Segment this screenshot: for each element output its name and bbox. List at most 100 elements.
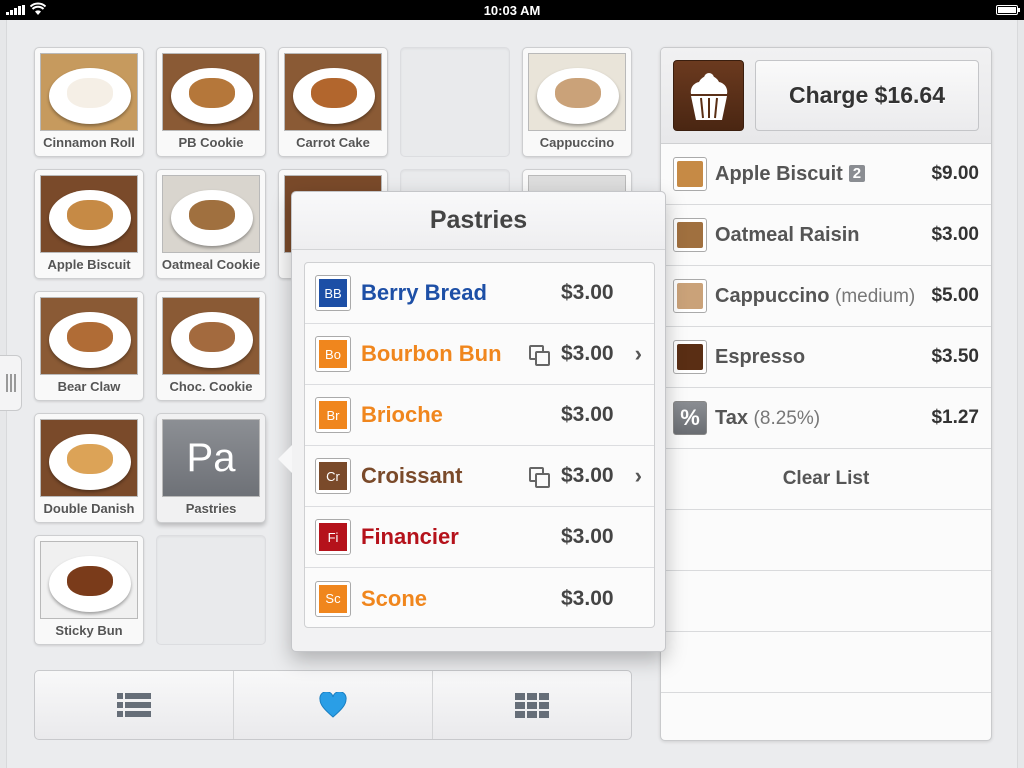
item-thumbnail [673,279,707,313]
order-header: Charge $16.64 [661,48,991,144]
item-photo [40,541,138,619]
percent-icon: % [673,401,707,435]
order-item-modifier: (medium) [835,285,916,307]
pastry-price: $3.00 [561,525,614,548]
empty-row [661,693,991,740]
item-label: Cinnamon Roll [43,135,135,150]
pastries-popover: Pastries BB Berry Bread $3.00 Bo Bourbon… [278,191,666,652]
order-item-price: $5.00 [931,285,979,306]
item-tile[interactable]: Apple Biscuit [34,169,144,279]
item-abbr-badge: Fi [319,523,347,551]
item-label: Double Danish [43,501,135,516]
pastry-price: $3.00 [561,342,614,365]
popover-title: Pastries [292,192,665,250]
item-photo [284,53,382,131]
bottom-toolbar [34,670,632,740]
grid-icon [515,692,549,718]
tax-row[interactable]: % Tax (8.25%) $1.27 [661,388,991,449]
status-time: 10:03 AM [483,3,541,18]
pastry-item-berry-bread[interactable]: BB Berry Bread $3.00 [305,263,654,324]
favorites-button[interactable] [234,671,433,739]
empty-row [661,510,991,571]
item-abbr-badge: Br [319,401,347,429]
item-photo [528,53,626,131]
variants-icon [529,345,550,366]
category-abbr: Pa [162,419,260,497]
item-tile[interactable]: Sticky Bun [34,535,144,645]
category-tile-pastries[interactable]: Pa Pastries [156,413,266,523]
item-label: Choc. Cookie [169,379,253,394]
status-bar: 10:03 AM [0,0,1024,20]
item-photo [40,297,138,375]
item-abbr-badge: Bo [319,340,347,368]
item-label: Carrot Cake [296,135,370,150]
order-line-item[interactable]: Oatmeal Raisin $3.00 [661,205,991,266]
pastry-item-croissant[interactable]: Cr Croissant $3.00 › [305,446,654,507]
item-tile[interactable]: Cinnamon Roll [34,47,144,157]
tax-amount: $1.27 [931,407,979,428]
pastry-item-bourbon-bun[interactable]: Bo Bourbon Bun $3.00 › [305,324,654,385]
sidebar-drag-handle[interactable] [0,355,22,411]
list-icon [117,693,151,717]
pastry-name: Financier [361,524,459,549]
item-tile[interactable]: Cappuccino [522,47,632,157]
item-photo [162,297,260,375]
battery-icon [996,5,1020,15]
chevron-right-icon[interactable]: › [635,463,642,489]
empty-slot[interactable] [156,535,266,645]
clear-list-button[interactable]: Clear List [661,449,991,510]
pastry-price: $3.00 [561,281,614,304]
item-tile[interactable]: Carrot Cake [278,47,388,157]
pastry-name: Bourbon Bun [361,341,502,366]
cupcake-logo-icon [673,60,744,131]
item-tile[interactable]: Double Danish [34,413,144,523]
order-item-price: $3.50 [931,346,979,367]
pastry-price: $3.00 [561,586,614,610]
popover-item-list: BB Berry Bread $3.00 Bo Bourbon Bun $3.0… [304,262,655,628]
tax-rate: (8.25%) [753,407,821,429]
list-view-button[interactable] [35,671,234,739]
item-tile[interactable]: Bear Claw [34,291,144,401]
pastry-item-scone[interactable]: Sc Scone $3.00 [305,568,654,627]
order-line-item[interactable]: Apple Biscuit 2 $9.00 [661,144,991,205]
empty-slot[interactable] [400,47,510,157]
item-photo [162,175,260,253]
category-label: Pastries [185,501,237,516]
item-tile[interactable]: Oatmeal Cookie [156,169,266,279]
item-thumbnail [673,218,707,252]
item-thumbnail [673,340,707,374]
popover-arrow [278,445,292,473]
pastry-name: Scone [361,585,428,611]
pastry-price: $3.00 [561,403,614,426]
item-photo [162,53,260,131]
pastry-name: Croissant [361,463,463,488]
charge-button[interactable]: Charge $16.64 [755,60,979,131]
item-tile[interactable]: Choc. Cookie [156,291,266,401]
variants-icon [529,467,550,488]
pastry-name: Berry Bread [361,280,487,305]
item-abbr-badge: BB [319,279,347,307]
order-item-name: Apple Biscuit [715,162,843,185]
item-abbr-badge: Sc [319,584,347,613]
order-line-item[interactable]: Espresso $3.50 [661,327,991,388]
pastry-item-financier[interactable]: Fi Financier $3.00 [305,507,654,568]
item-label: Sticky Bun [55,623,123,638]
order-item-price: $3.00 [931,224,979,245]
order-item-name: Cappuccino [715,284,830,307]
item-label: Apple Biscuit [47,257,131,272]
heart-icon [319,692,347,718]
order-line-item[interactable]: Cappuccino (medium) $5.00 [661,266,991,327]
pastry-name: Brioche [361,402,443,427]
order-panel: Charge $16.64 Apple Biscuit 2 $9.00 Oatme… [660,47,992,741]
item-tile[interactable]: PB Cookie [156,47,266,157]
pastry-price: $3.00 [561,464,614,487]
grid-view-button[interactable] [433,671,631,739]
chevron-right-icon[interactable]: › [635,341,642,367]
item-photo [40,419,138,497]
pastry-item-brioche[interactable]: Br Brioche $3.00 [305,385,654,446]
order-item-name: Oatmeal Raisin [715,223,860,246]
quantity-badge: 2 [848,164,866,182]
order-item-name: Espresso [715,345,806,368]
item-label: PB Cookie [178,135,244,150]
item-label: Bear Claw [57,379,121,394]
